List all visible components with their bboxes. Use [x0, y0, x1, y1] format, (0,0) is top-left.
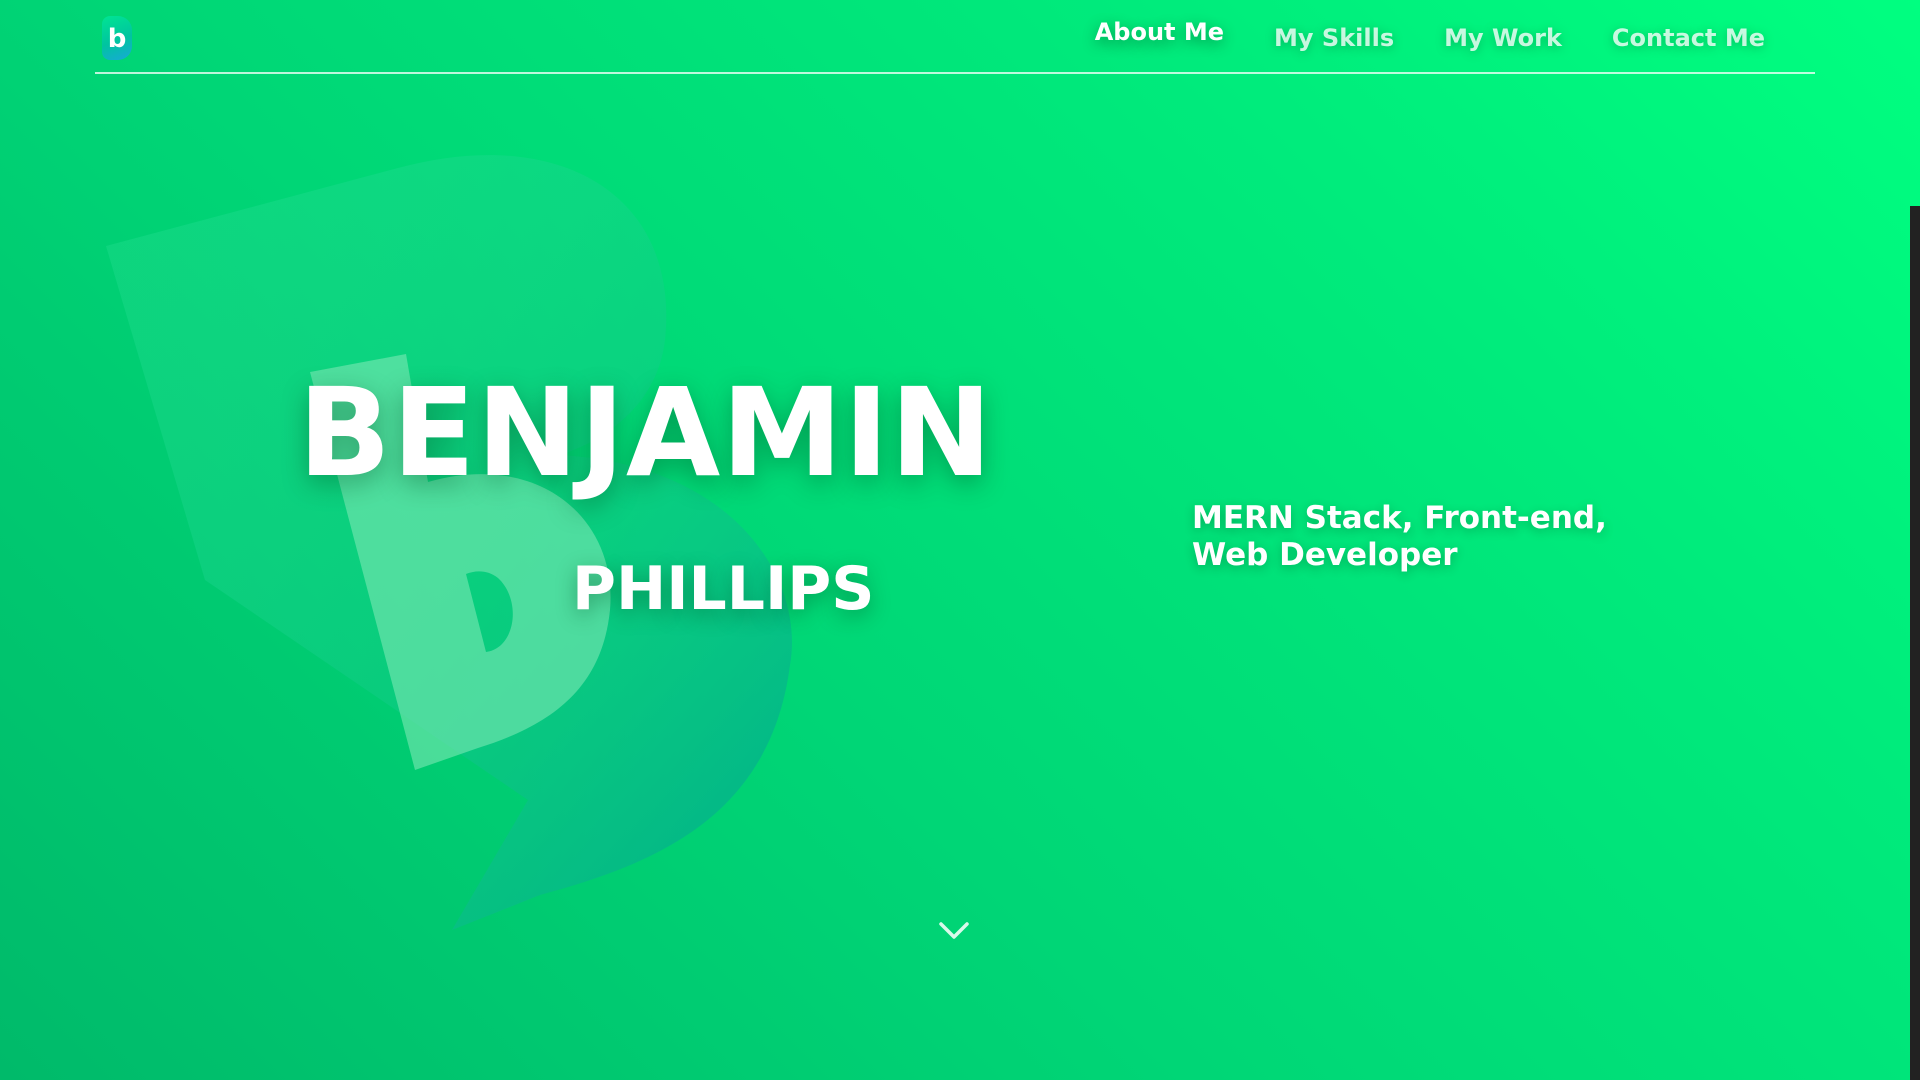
- hero-tagline: MERN Stack, Front-end, Web Developer: [1192, 500, 1607, 573]
- scrollbar-track[interactable]: [1910, 0, 1920, 1080]
- nav-link-about-me[interactable]: About Me: [1095, 18, 1224, 46]
- hero-first-name: BENJAMIN: [298, 362, 994, 504]
- page: b About Me My Skills My Work Contact Me …: [0, 0, 1920, 1080]
- scrollbar-thumb[interactable]: [1910, 206, 1920, 1080]
- logo-home-link[interactable]: b: [102, 16, 132, 60]
- top-navbar: b About Me My Skills My Work Contact Me: [95, 0, 1815, 74]
- hero-last-name: PHILLIPS: [572, 554, 875, 624]
- nav-links: About Me My Skills My Work Contact Me: [1095, 0, 1765, 72]
- logo-b-icon: b: [107, 24, 127, 54]
- nav-link-my-work[interactable]: My Work: [1444, 24, 1562, 52]
- chevron-down-icon[interactable]: [936, 916, 972, 944]
- nav-link-my-skills[interactable]: My Skills: [1274, 24, 1394, 52]
- nav-link-contact-me[interactable]: Contact Me: [1612, 24, 1765, 52]
